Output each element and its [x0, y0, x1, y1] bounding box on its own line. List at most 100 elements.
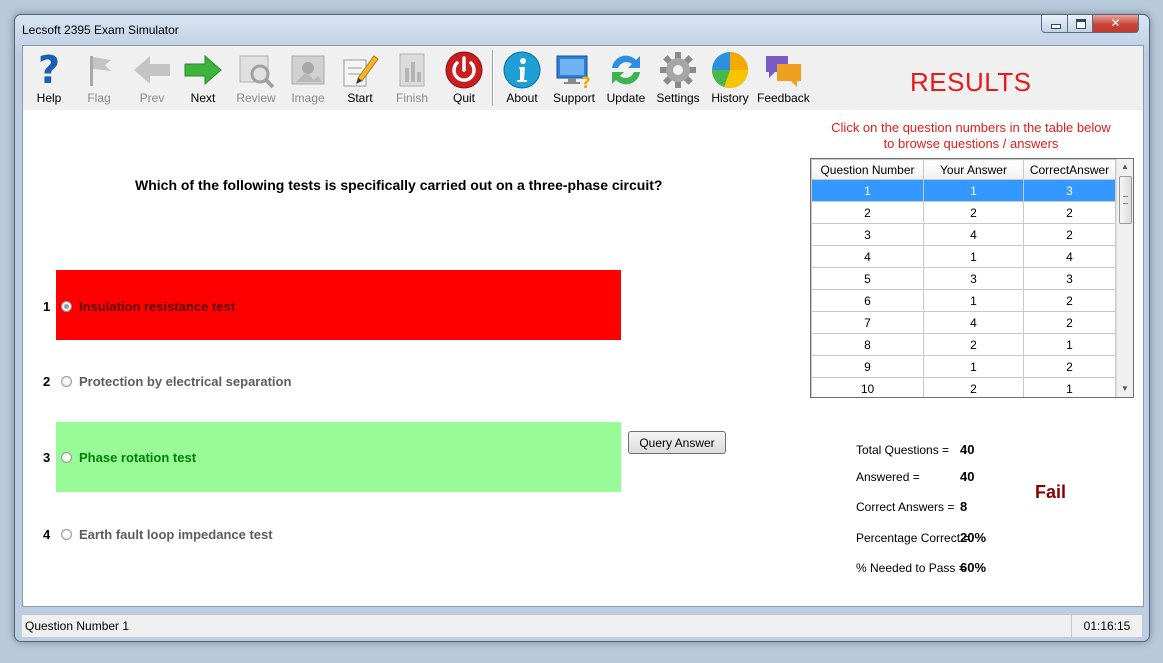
- query-answer-button[interactable]: Query Answer: [628, 431, 726, 454]
- results-heading: RESULTS: [910, 67, 1032, 97]
- quit-button[interactable]: Quit: [438, 48, 490, 108]
- refresh-icon: [612, 55, 640, 85]
- answer-radio-2[interactable]: [61, 376, 72, 387]
- status-timer: 01:16:15: [1071, 615, 1142, 637]
- cell-question-number[interactable]: 9: [811, 355, 924, 378]
- answer-radio-3[interactable]: [61, 452, 72, 463]
- cell-your-answer[interactable]: 4: [923, 311, 1024, 334]
- settings-button[interactable]: Settings: [652, 48, 704, 108]
- cell-question-number[interactable]: 2: [811, 201, 924, 224]
- answer-radio-4[interactable]: [61, 529, 72, 540]
- answer-text-4: Earth fault loop impedance test: [79, 527, 273, 542]
- image-button[interactable]: Image: [282, 48, 334, 108]
- start-button[interactable]: Start: [334, 48, 386, 108]
- scroll-down-icon[interactable]: ▼: [1117, 381, 1133, 397]
- status-question-number: Question Number 1: [25, 619, 130, 633]
- cell-correct-answer[interactable]: 2: [1023, 201, 1116, 224]
- cell-your-answer[interactable]: 2: [923, 201, 1024, 224]
- cell-your-answer[interactable]: 4: [923, 223, 1024, 246]
- about-button[interactable]: About: [496, 48, 548, 108]
- cell-correct-answer[interactable]: 3: [1023, 179, 1116, 202]
- maximize-button[interactable]: [1067, 15, 1093, 33]
- cell-question-number[interactable]: 8: [811, 333, 924, 356]
- cell-question-number[interactable]: 1: [811, 179, 924, 202]
- cell-correct-answer[interactable]: 2: [1023, 311, 1116, 334]
- cell-question-number[interactable]: 3: [811, 223, 924, 246]
- col-question-number[interactable]: Question Number: [811, 159, 924, 180]
- col-correct-answer[interactable]: CorrectAnswer: [1023, 159, 1116, 180]
- table-scrollbar[interactable]: ▲ ▼: [1116, 159, 1133, 397]
- table-row[interactable]: 742: [811, 311, 1116, 334]
- history-button[interactable]: History: [704, 48, 756, 108]
- answer-radio-1[interactable]: [61, 301, 72, 312]
- cell-correct-answer[interactable]: 1: [1023, 377, 1116, 397]
- flag-button[interactable]: Flag: [73, 48, 125, 108]
- info-icon: [503, 51, 541, 89]
- cell-question-number[interactable]: 7: [811, 311, 924, 334]
- cell-your-answer[interactable]: 1: [923, 245, 1024, 268]
- cell-your-answer[interactable]: 1: [923, 179, 1024, 202]
- table-row[interactable]: 612: [811, 289, 1116, 312]
- support-button[interactable]: ? Support: [548, 48, 600, 108]
- answer-text-2: Protection by electrical separation: [79, 374, 292, 389]
- table-row[interactable]: 10 2 1: [811, 377, 1116, 397]
- needed-to-pass-value: 60%: [960, 560, 987, 575]
- cell-question-number[interactable]: 4: [811, 245, 924, 268]
- title-bar[interactable]: Lecsoft 2395 Exam Simulator ✕: [15, 15, 1149, 43]
- gear-icon: [660, 52, 696, 88]
- col-your-answer[interactable]: Your Answer: [923, 159, 1024, 180]
- svg-text:?: ?: [38, 50, 60, 90]
- table-row[interactable]: 113: [811, 179, 1116, 202]
- results-table[interactable]: Question Number Your Answer CorrectAnswe…: [810, 158, 1134, 398]
- table-row[interactable]: 222: [811, 201, 1116, 224]
- cell-your-answer[interactable]: 3: [923, 267, 1024, 290]
- results-hint: Click on the question numbers in the tab…: [831, 120, 1111, 151]
- power-icon: [445, 51, 483, 89]
- cell-correct-answer[interactable]: 2: [1023, 289, 1116, 312]
- table-row[interactable]: 533: [811, 267, 1116, 290]
- cell-correct-answer[interactable]: 3: [1023, 267, 1116, 290]
- table-row[interactable]: 821: [811, 333, 1116, 356]
- status-bar: Question Number 1 01:16:15: [22, 614, 1142, 637]
- close-button[interactable]: ✕: [1092, 15, 1139, 33]
- answered-value: 40: [960, 469, 975, 484]
- table-row[interactable]: 414: [811, 245, 1116, 268]
- feedback-button[interactable]: Feedback: [757, 48, 810, 108]
- answered-label: Answered =: [856, 470, 920, 484]
- next-button[interactable]: Next: [177, 48, 229, 108]
- correct-answers-label: Correct Answers =: [856, 500, 955, 514]
- cell-correct-answer[interactable]: 1: [1023, 333, 1116, 356]
- total-questions-label: Total Questions =: [856, 443, 950, 457]
- table-header-row: Question Number Your Answer CorrectAnswe…: [811, 159, 1116, 180]
- minimize-button[interactable]: [1041, 15, 1068, 33]
- cell-question-number[interactable]: 5: [811, 267, 924, 290]
- cell-correct-answer[interactable]: 4: [1023, 245, 1116, 268]
- cell-correct-answer[interactable]: 2: [1023, 223, 1116, 246]
- window-title: Lecsoft 2395 Exam Simulator: [22, 23, 179, 37]
- result-badge: Fail: [1035, 482, 1067, 502]
- cell-your-answer[interactable]: 2: [923, 377, 1024, 397]
- cell-question-number[interactable]: 6: [811, 289, 924, 312]
- scroll-up-icon[interactable]: ▲: [1117, 159, 1133, 175]
- percentage-correct-value: 20%: [960, 530, 987, 545]
- cell-your-answer[interactable]: 2: [923, 333, 1024, 356]
- update-button[interactable]: Update: [600, 48, 652, 108]
- table-row[interactable]: 912: [811, 355, 1116, 378]
- review-button[interactable]: Review: [230, 48, 282, 108]
- app-window: Lecsoft 2395 Exam Simulator ✕ ? Help Fla…: [14, 14, 1150, 642]
- answer-text-1: Insulation resistance test: [79, 299, 236, 314]
- finish-button[interactable]: Finish: [386, 48, 438, 108]
- help-button[interactable]: ? Help: [23, 48, 75, 108]
- cell-correct-answer[interactable]: 2: [1023, 355, 1116, 378]
- needed-to-pass-label: % Needed to Pass =: [856, 561, 966, 575]
- maximize-icon: [1076, 19, 1086, 29]
- cell-question-number[interactable]: 10: [811, 377, 924, 397]
- cell-your-answer[interactable]: 1: [923, 289, 1024, 312]
- close-icon: ✕: [1110, 16, 1121, 30]
- prev-button[interactable]: Prev: [126, 48, 178, 108]
- scroll-thumb[interactable]: [1119, 176, 1132, 224]
- table-row[interactable]: 342: [811, 223, 1116, 246]
- answer-text-3: Phase rotation test: [79, 450, 197, 465]
- cell-your-answer[interactable]: 1: [923, 355, 1024, 378]
- svg-text:?: ?: [581, 73, 590, 90]
